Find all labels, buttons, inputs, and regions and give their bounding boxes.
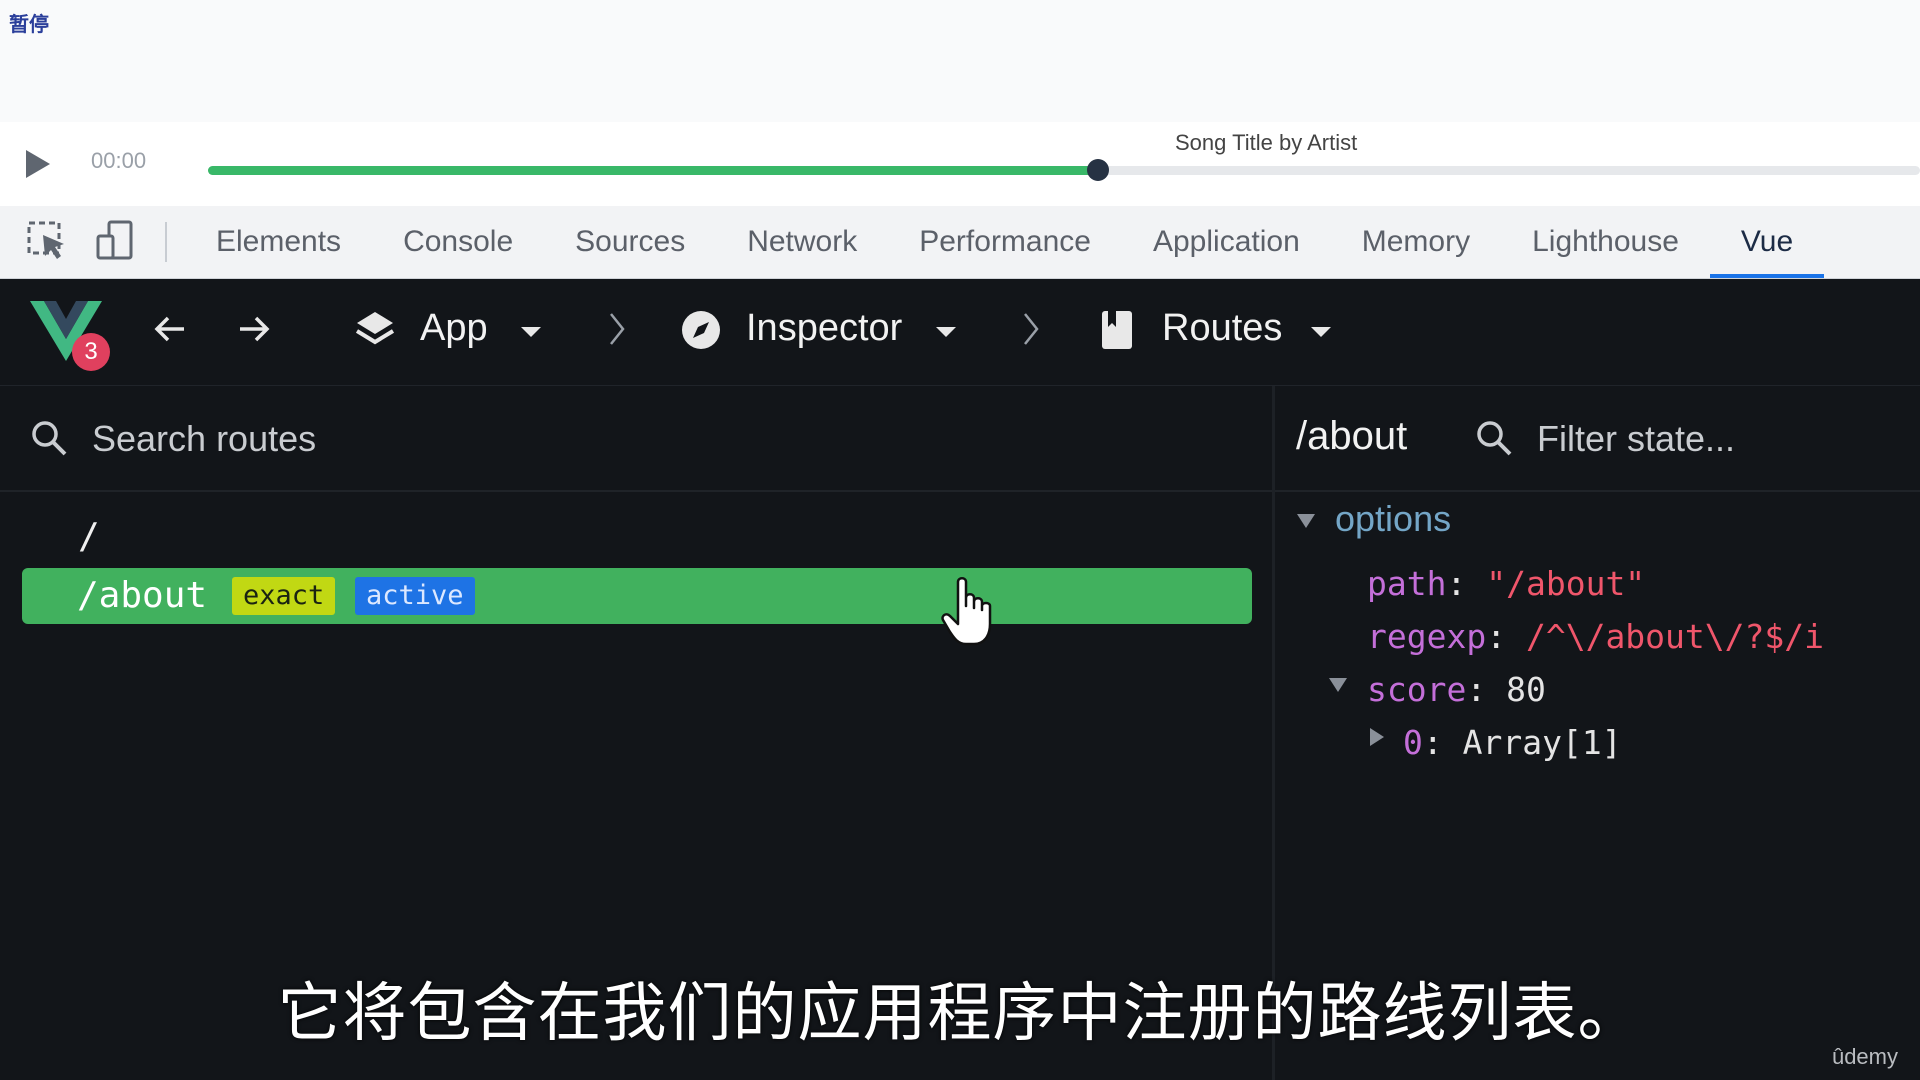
options-section-label[interactable]: options [1335, 498, 1451, 540]
tab-memory[interactable]: Memory [1331, 206, 1501, 278]
selected-route-title: /about [1296, 414, 1408, 458]
compass-icon [682, 311, 720, 349]
state-row-score: score: 80 [1367, 670, 1546, 709]
search-icon [32, 421, 67, 456]
search-icon [1477, 421, 1512, 456]
inspector-selector[interactable]: Inspector [746, 307, 902, 350]
audio-player: 00:00 Song Title by Artist [0, 122, 1920, 206]
layers-icon [355, 312, 395, 345]
collapse-score-icon[interactable] [1329, 678, 1347, 692]
state-row-array: 0: Array[1] [1403, 723, 1622, 762]
chevron-right-icon [610, 313, 625, 345]
tab-elements[interactable]: Elements [185, 206, 372, 278]
time-display: 00:00 [91, 148, 147, 173]
udemy-watermark: ûdemy [1831, 1044, 1898, 1069]
book-icon [1102, 311, 1132, 349]
app-dropdown-caret-icon[interactable] [521, 327, 541, 337]
state-value: 80 [1506, 670, 1546, 709]
state-key: path [1367, 564, 1447, 603]
tab-application[interactable]: Application [1122, 206, 1331, 278]
tab-sources[interactable]: Sources [544, 206, 716, 278]
state-header: /about [1275, 386, 1920, 492]
video-top-area [0, 0, 1920, 122]
state-value: Array[1] [1462, 723, 1622, 762]
route-search-bar [0, 386, 1272, 492]
hand-cursor-icon [941, 577, 992, 646]
video-subtitle: 它将包含在我们的应用程序中注册的路线列表。 [277, 977, 1643, 1051]
device-toggle-icon[interactable] [95, 220, 137, 262]
inspector-dropdown-caret-icon[interactable] [936, 327, 956, 337]
tab-network[interactable]: Network [716, 206, 888, 278]
vue-version-badge: 3 [72, 333, 110, 371]
forward-arrow-icon[interactable] [234, 309, 274, 349]
app-selector[interactable]: App [420, 307, 488, 350]
route-item-about[interactable]: /about exact active [22, 568, 1252, 624]
filter-state-input[interactable] [1535, 414, 1909, 464]
routes-dropdown-caret-icon[interactable] [1311, 327, 1331, 337]
devtools-tabs: Elements Console Sources Network Performance… [185, 206, 1825, 278]
tab-lighthouse[interactable]: Lighthouse [1501, 206, 1710, 278]
state-value: /^\/about\/?$/i [1525, 617, 1824, 656]
exact-tag: exact [232, 577, 336, 615]
expand-array-icon[interactable] [1370, 728, 1384, 746]
state-key: 0 [1403, 723, 1423, 762]
state-row-path: path: "/about" [1367, 564, 1646, 603]
tab-vue[interactable]: Vue [1709, 206, 1825, 278]
progress-fill [208, 166, 1099, 175]
route-item-root[interactable]: / [78, 516, 100, 557]
state-key: score [1367, 670, 1467, 709]
collapse-options-icon[interactable] [1297, 514, 1315, 528]
pause-label: 暂停 [9, 14, 49, 36]
state-value: "/about" [1486, 564, 1646, 603]
progress-knob[interactable] [1087, 159, 1110, 181]
progress-track[interactable] [208, 159, 1920, 181]
song-title: Song Title by Artist [1175, 130, 1358, 155]
devtools-tabbar: Elements Console Sources Network Performance… [0, 206, 1920, 279]
toolbar-divider [165, 222, 167, 262]
state-key: regexp [1367, 617, 1487, 656]
play-icon[interactable] [26, 150, 50, 178]
tab-performance[interactable]: Performance [888, 206, 1122, 278]
inspect-element-icon[interactable] [26, 220, 68, 262]
routes-selector[interactable]: Routes [1162, 307, 1282, 350]
vue-devtools-toolbar: 3 App Inspector Routes [0, 279, 1920, 387]
route-path: /about [77, 575, 208, 616]
back-arrow-icon[interactable] [150, 309, 190, 349]
active-tag: active [355, 577, 475, 615]
chevron-right-icon [1024, 313, 1039, 345]
search-routes-input[interactable] [90, 414, 794, 464]
state-row-regexp: regexp: /^\/about\/?$/i [1367, 617, 1824, 656]
tab-console[interactable]: Console [372, 206, 544, 278]
